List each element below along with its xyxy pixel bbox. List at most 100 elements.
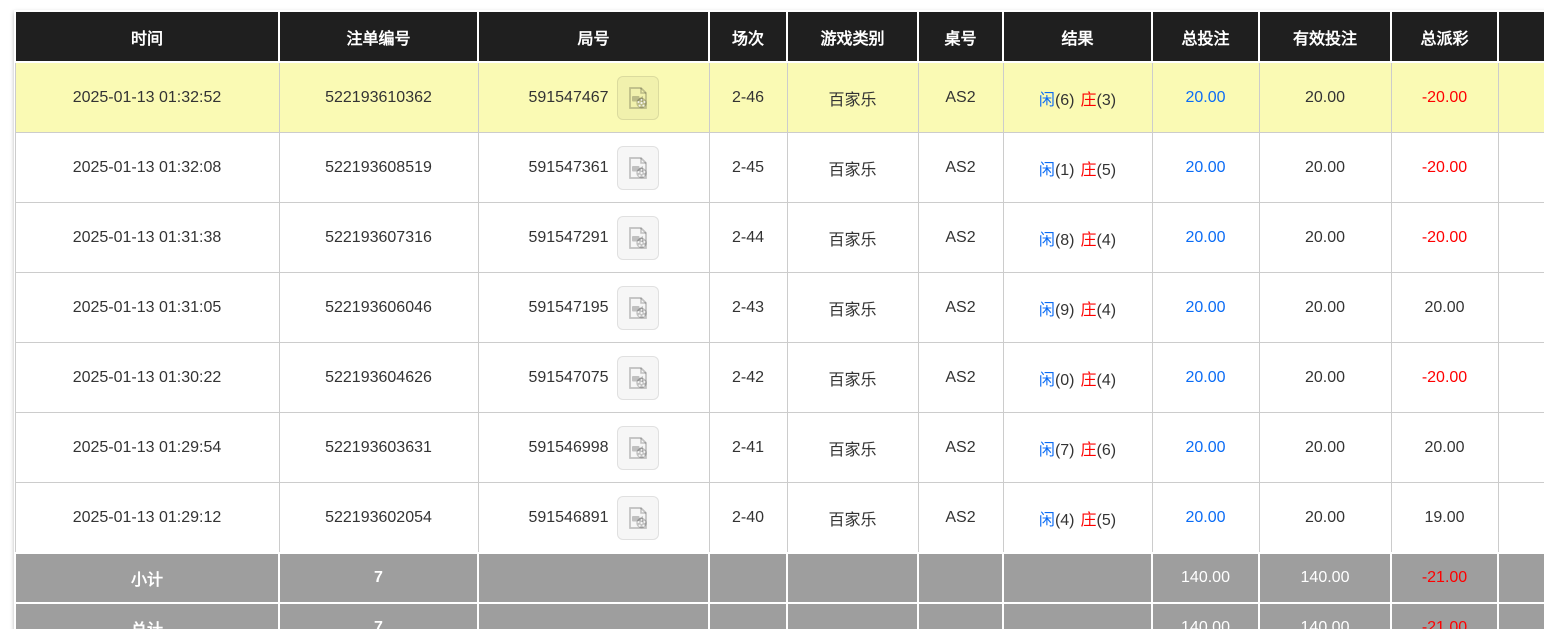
cell-valid-bet: 20.00 [1259,343,1391,413]
cell-bet-number: 522193604626 [279,343,478,413]
grand-total-total-payout: -21.00 [1391,603,1498,629]
grand-total-empty-cell [787,603,918,629]
result-banker-value: (5) [1097,162,1117,179]
cell-game-type: 百家乐 [787,62,918,133]
cell-table-number: AS2 [918,343,1003,413]
video-replay-button[interactable] [617,496,659,540]
cell-round-number: 591547291 [478,203,709,273]
bet-record-row[interactable]: 2025-01-13 01:32:08522193608519 591547361… [15,133,1544,203]
cell-total-bet: 20.00 [1152,343,1259,413]
cell-table-number: AS2 [918,203,1003,273]
column-header-round-number: 局号 [478,11,709,62]
cell-table-number: AS2 [918,413,1003,483]
cell-round-number: 591546891 [478,483,709,554]
subtotal-total-payout: -21.00 [1391,553,1498,603]
bet-record-row[interactable]: 2025-01-13 01:31:38522193607316591547291… [15,203,1544,273]
result-banker-label: 庄 [1081,302,1097,319]
cell-time: 2025-01-13 01:29:54 [15,413,279,483]
grand-total-total-bet: 140.00 [1152,603,1259,629]
result-player-label: 闲 [1039,92,1055,109]
cell-result: 闲(8)庄(4) [1003,203,1152,273]
cell-valid-bet: 20.00 [1259,62,1391,133]
column-header-session: 场次 [709,11,787,62]
cell-bet-number: 522193607316 [279,203,478,273]
result-player-value: (8) [1055,232,1075,249]
cell-result: 闲(1)庄(5) [1003,133,1152,203]
result-banker-value: (5) [1097,512,1117,529]
cell-round-number: 591547195 [478,273,709,343]
grand-total-empty-cell [1498,603,1544,629]
column-header-game-type: 游戏类别 [787,11,918,62]
result-player-label: 闲 [1039,302,1055,319]
subtotal-count: 7 [279,553,478,603]
cell-total-bet: 20.00 [1152,203,1259,273]
bet-record-row[interactable]: 2025-01-13 01:30:22522193604626 591547075… [15,343,1544,413]
round-number-text: 591547361 [528,159,608,177]
subtotal-empty-cell [1003,553,1152,603]
result-player-label: 闲 [1039,512,1055,529]
round-number-text: 591547075 [528,369,608,387]
cell-total-bet: 20.00 [1152,133,1259,203]
video-file-icon [625,85,651,111]
column-header-valid-bet: 有效投注 [1259,11,1391,62]
round-number-text: 591546998 [528,439,608,457]
cell-total-payout: -20.00 [1391,133,1498,203]
grand-total-label: 总计 [15,603,279,629]
round-number-text: 591547195 [528,299,608,317]
round-number-text: 591547291 [528,229,608,247]
cell-bet-number: 522193606046 [279,273,478,343]
subtotal-label: 小计 [15,553,279,603]
cell-total-payout: 19.00 [1391,483,1498,554]
video-replay-button[interactable] [617,286,659,330]
cell-result: 闲(9)庄(4) [1003,273,1152,343]
cell-round-number: 591547075 [478,343,709,413]
result-banker-label: 庄 [1081,92,1097,109]
cell-table-number: AS2 [918,483,1003,554]
table-footer: 小计 7 140.00 140.00 -21.00 总计 7 [15,553,1544,629]
cell-game-type: 百家乐 [787,343,918,413]
bet-record-row[interactable]: 2025-01-13 01:29:54522193603631591546998… [15,413,1544,483]
cell-bet-number: 522193610362 [279,62,478,133]
result-player-value: (9) [1055,302,1075,319]
video-replay-button[interactable] [617,146,659,190]
video-replay-button[interactable] [617,356,659,400]
cell-session: 2-46 [709,62,787,133]
column-header-total-payout: 总派彩 [1391,11,1498,62]
cell-total-bet: 20.00 [1152,62,1259,133]
cell-session: 2-44 [709,203,787,273]
bet-record-row[interactable]: 2025-01-13 01:32:52522193610362591547467… [15,62,1544,133]
video-replay-button[interactable] [617,426,659,470]
grand-total-empty-cell [918,603,1003,629]
cell-session: 2-40 [709,483,787,554]
cell-game-type: 百家乐 [787,483,918,554]
cell-time: 2025-01-13 01:30:22 [15,343,279,413]
cell-extra [1498,62,1544,133]
grand-total-empty-cell [478,603,709,629]
cell-total-bet: 20.00 [1152,483,1259,554]
result-banker-label: 庄 [1081,372,1097,389]
video-file-icon [625,365,651,391]
video-replay-button[interactable] [617,216,659,260]
video-file-icon [625,435,651,461]
subtotal-total-bet: 140.00 [1152,553,1259,603]
cell-time: 2025-01-13 01:32:08 [15,133,279,203]
cell-valid-bet: 20.00 [1259,203,1391,273]
subtotal-empty-cell [709,553,787,603]
subtotal-row: 小计 7 140.00 140.00 -21.00 [15,553,1544,603]
cell-total-payout: 20.00 [1391,413,1498,483]
bet-record-row[interactable]: 2025-01-13 01:31:05522193606046591547195… [15,273,1544,343]
cell-table-number: AS2 [918,62,1003,133]
column-header-extra [1498,11,1544,62]
video-replay-button[interactable] [617,76,659,120]
result-player-label: 闲 [1039,232,1055,249]
result-player-label: 闲 [1039,162,1055,179]
cell-session: 2-41 [709,413,787,483]
subtotal-empty-cell [1498,553,1544,603]
subtotal-valid-bet: 140.00 [1259,553,1391,603]
result-banker-value: (3) [1097,92,1117,109]
cell-bet-number: 522193608519 [279,133,478,203]
subtotal-empty-cell [478,553,709,603]
cell-table-number: AS2 [918,133,1003,203]
bet-record-row[interactable]: 2025-01-13 01:29:12522193602054591546891… [15,483,1544,554]
cell-table-number: AS2 [918,273,1003,343]
